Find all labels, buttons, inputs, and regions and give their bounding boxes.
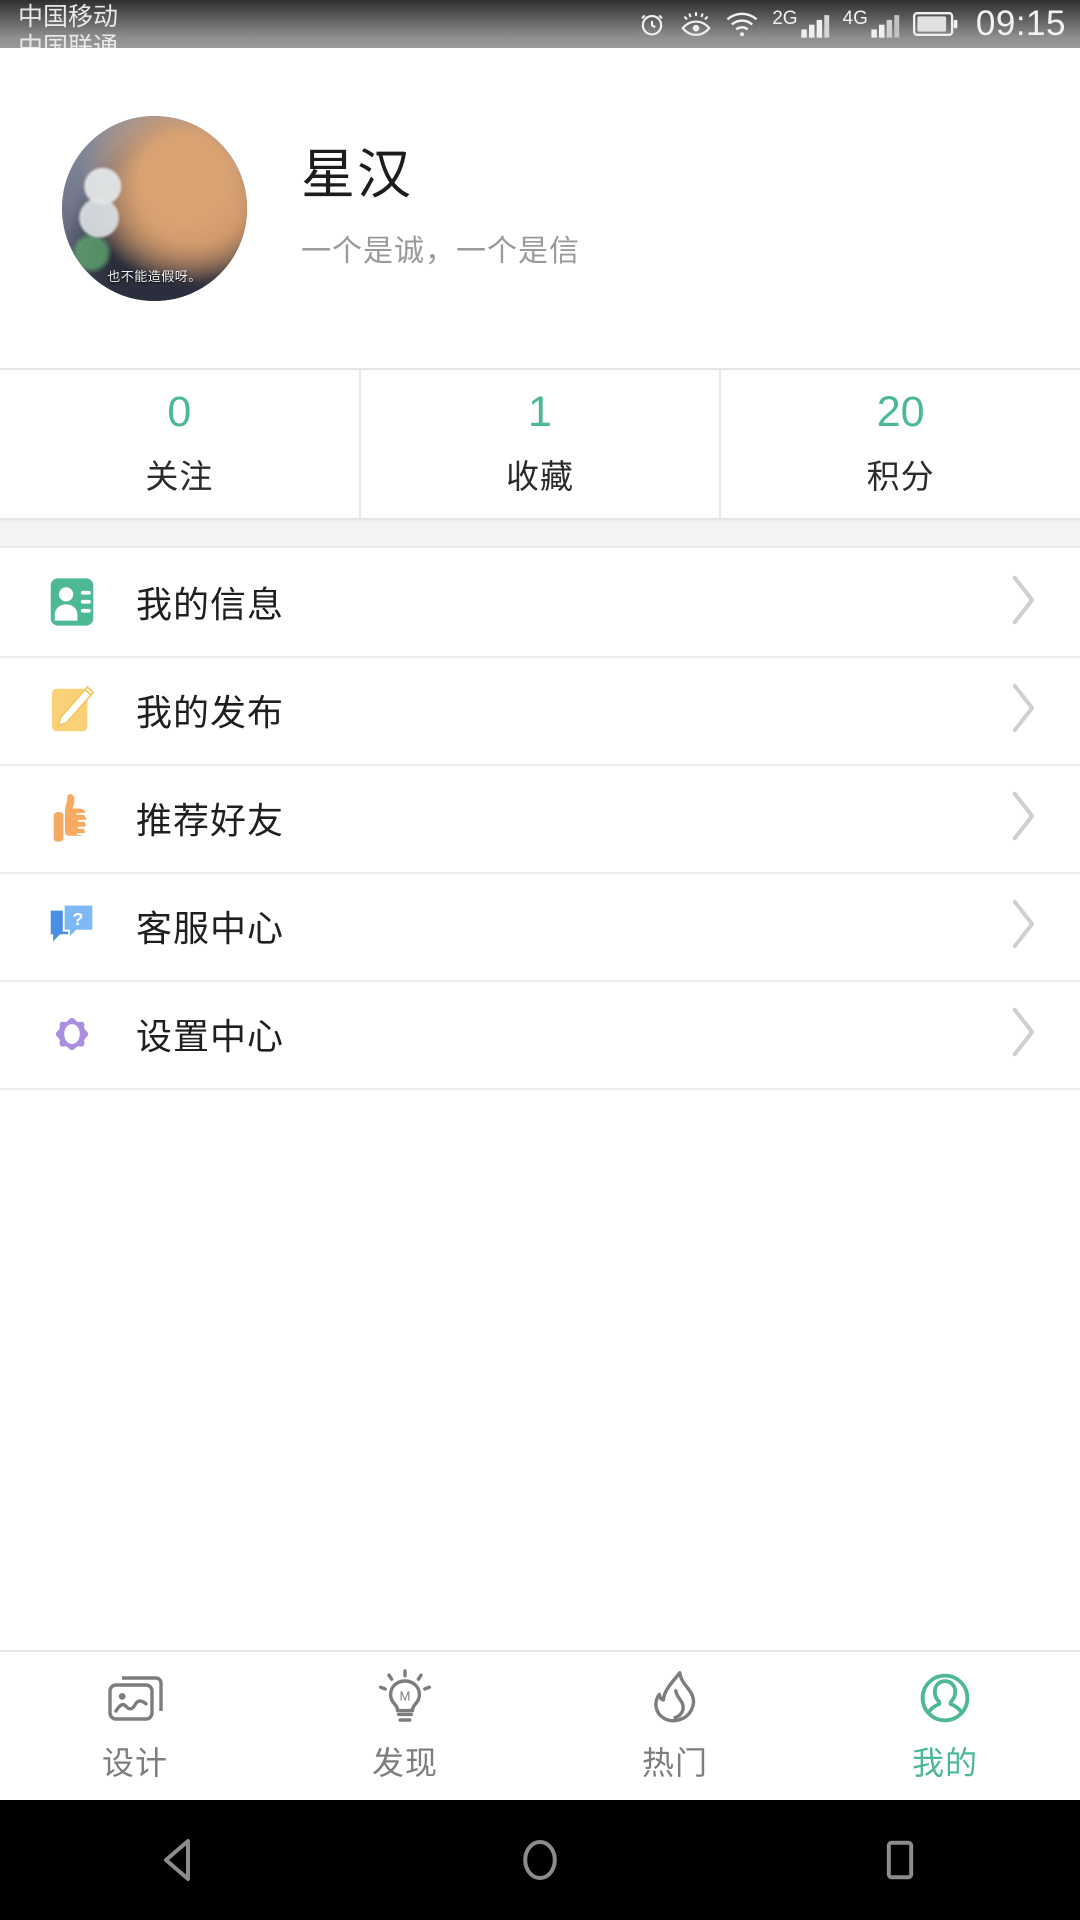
android-nav-bar — [0, 1800, 1080, 1920]
svg-text:M: M — [400, 1688, 411, 1703]
profile-motto: 一个是诚，一个是信 — [301, 234, 580, 268]
menu-item-settings-center[interactable]: 设置中心 — [0, 980, 1080, 1088]
tab-label: 设计 — [101, 1745, 168, 1781]
stat-label: 收藏 — [506, 457, 574, 495]
alarm-icon — [637, 9, 667, 39]
signal-2g-label: 2G — [772, 8, 798, 29]
stat-label: 关注 — [145, 457, 214, 495]
stat-following[interactable]: 0 关注 — [0, 370, 359, 518]
tab-label: 热门 — [641, 1745, 708, 1781]
status-bar: 中国移动 中国联通 2G 4G 09:15 — [0, 0, 1080, 48]
menu-item-label: 我的发布 — [136, 692, 285, 733]
gear-icon — [44, 1006, 100, 1062]
stat-favorites[interactable]: 1 收藏 — [358, 370, 720, 518]
profile-header[interactable]: 也不能造假呀。 星汉 一个是诚，一个是信 — [0, 48, 1080, 368]
carrier-labels: 中国移动 中国联通 — [18, 2, 118, 48]
stats-row: 0 关注 1 收藏 20 积分 — [0, 368, 1080, 520]
pencil-note-icon — [44, 682, 100, 738]
avatar[interactable]: 也不能造假呀。 — [62, 115, 247, 301]
person-circle-icon — [913, 1668, 977, 1728]
menu-item-support-center[interactable]: ? 客服中心 — [0, 872, 1080, 980]
contact-card-icon — [44, 574, 100, 630]
avatar-caption: 也不能造假呀。 — [107, 268, 202, 284]
tab-label: 发现 — [371, 1745, 438, 1781]
support-chat-icon: ? — [44, 898, 100, 954]
carrier-secondary: 中国联通 — [18, 33, 119, 48]
tab-label: 我的 — [911, 1745, 978, 1781]
status-bar-icons: 2G 4G 09:15 — [637, 4, 1066, 44]
image-stack-icon — [103, 1668, 167, 1728]
stat-points[interactable]: 20 积分 — [719, 370, 1080, 518]
flame-icon — [643, 1668, 707, 1728]
chevron-right-icon — [1006, 788, 1040, 849]
stat-label: 积分 — [866, 457, 935, 495]
menu-item-label: 我的信息 — [136, 584, 285, 625]
profile-text: 星汉 一个是诚，一个是信 — [301, 145, 580, 269]
chevron-right-icon — [1006, 1004, 1040, 1065]
recents-square-icon[interactable] — [872, 1832, 928, 1888]
back-triangle-icon[interactable] — [152, 1832, 208, 1888]
stat-value: 0 — [167, 387, 192, 436]
tab-mine[interactable]: 我的 — [810, 1652, 1080, 1800]
battery-icon — [912, 11, 959, 37]
tab-design[interactable]: 设计 — [0, 1652, 270, 1800]
wifi-icon — [725, 10, 759, 38]
stat-value: 1 — [528, 387, 552, 436]
menu-item-label: 设置中心 — [136, 1016, 285, 1057]
carrier-primary: 中国移动 — [18, 3, 119, 31]
menu-item-my-info[interactable]: 我的信息 — [0, 548, 1080, 656]
chevron-right-icon — [1006, 896, 1040, 957]
section-spacer — [0, 520, 1080, 548]
status-bar-clock: 09:15 — [975, 4, 1066, 43]
svg-text:?: ? — [72, 909, 83, 929]
chevron-right-icon — [1006, 680, 1040, 741]
eye-icon — [680, 9, 712, 39]
menu-item-label: 推荐好友 — [136, 800, 285, 841]
app-screen: 中国移动 中国联通 2G 4G 09:15 也不能造假呀。 星汉 一个是诚，一个… — [0, 0, 1080, 1920]
home-circle-icon[interactable] — [512, 1832, 568, 1888]
lightbulb-icon: M — [373, 1668, 437, 1728]
tab-discover[interactable]: M 发现 — [270, 1652, 540, 1800]
signal-4g-icon: 4G — [843, 9, 900, 39]
chevron-right-icon — [1006, 572, 1040, 633]
signal-2g-icon: 2G — [772, 9, 829, 39]
thumbs-up-icon — [44, 790, 100, 846]
signal-4g-label: 4G — [842, 8, 868, 29]
bottom-tab-bar: 设计 M 发现 热门 我的 — [0, 1650, 1080, 1800]
tab-hot[interactable]: 热门 — [540, 1652, 810, 1800]
menu-list: 我的信息 我的发布 推荐好友 ? 客服中心 设置中心 — [0, 548, 1080, 1090]
menu-item-recommend-friends[interactable]: 推荐好友 — [0, 764, 1080, 872]
menu-item-my-posts[interactable]: 我的发布 — [0, 656, 1080, 764]
menu-item-label: 客服中心 — [136, 908, 285, 949]
stat-value: 20 — [876, 387, 925, 436]
profile-name: 星汉 — [301, 145, 413, 206]
